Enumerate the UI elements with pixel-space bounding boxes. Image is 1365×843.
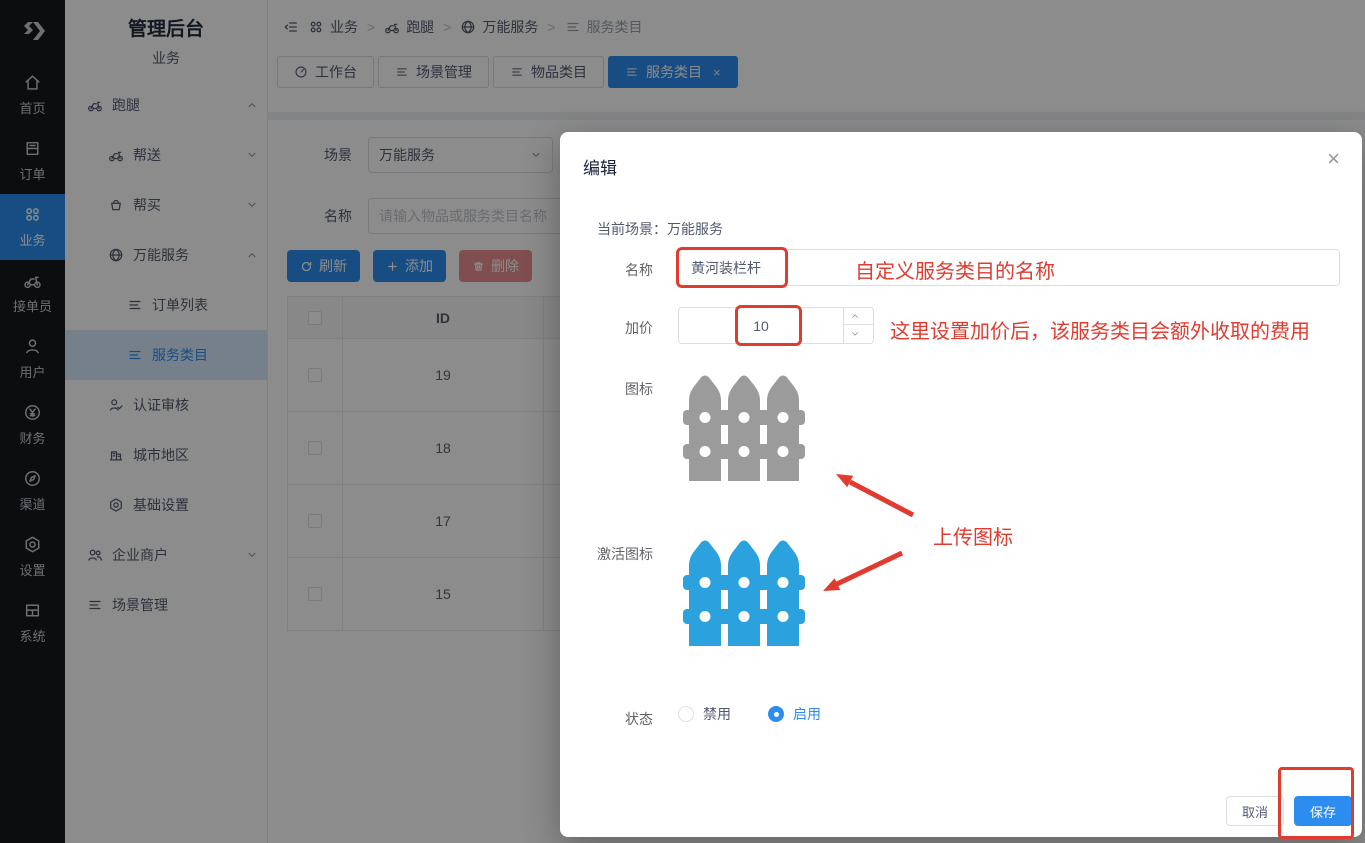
increase-icon[interactable]: [844, 307, 874, 325]
current-scene: 当前场景：万能服务: [597, 219, 723, 239]
fence-icon-upload[interactable]: [683, 373, 805, 481]
price-annotation: 这里设置加价后，该服务类目会额外收取的费用: [890, 315, 1310, 344]
active-fence-icon-upload[interactable]: [683, 538, 805, 646]
status-enabled-radio[interactable]: [768, 706, 784, 722]
modal-title: 编辑: [583, 154, 617, 179]
name-annotation: 自定义服务类目的名称: [855, 255, 1055, 284]
cancel-button[interactable]: 取消: [1226, 796, 1284, 826]
status-enabled-label: 启用: [793, 704, 821, 724]
current-scene-label: 当前场景：: [597, 221, 667, 237]
icon-label: 图标: [573, 379, 653, 399]
close-icon[interactable]: ×: [1327, 148, 1340, 170]
price-spinner: [843, 307, 874, 344]
save-button[interactable]: 保存: [1294, 796, 1352, 826]
price-value[interactable]: 10: [678, 307, 844, 344]
decrease-icon[interactable]: [844, 325, 874, 343]
current-scene-value: 万能服务: [667, 221, 723, 237]
status-disabled-label: 禁用: [703, 704, 731, 724]
price-label: 加价: [573, 318, 653, 338]
status-label: 状态: [573, 709, 653, 729]
status-disabled-radio[interactable]: [678, 706, 694, 722]
edit-modal: 编辑 × 当前场景：万能服务 名称 自定义服务类目的名称 加价 10 这里设置加…: [560, 132, 1362, 837]
name-label: 名称: [573, 260, 653, 280]
upload-annotation: 上传图标: [933, 521, 1013, 550]
active-icon-label: 激活图标: [573, 544, 653, 564]
status-radio-group: 禁用 启用: [678, 704, 821, 724]
